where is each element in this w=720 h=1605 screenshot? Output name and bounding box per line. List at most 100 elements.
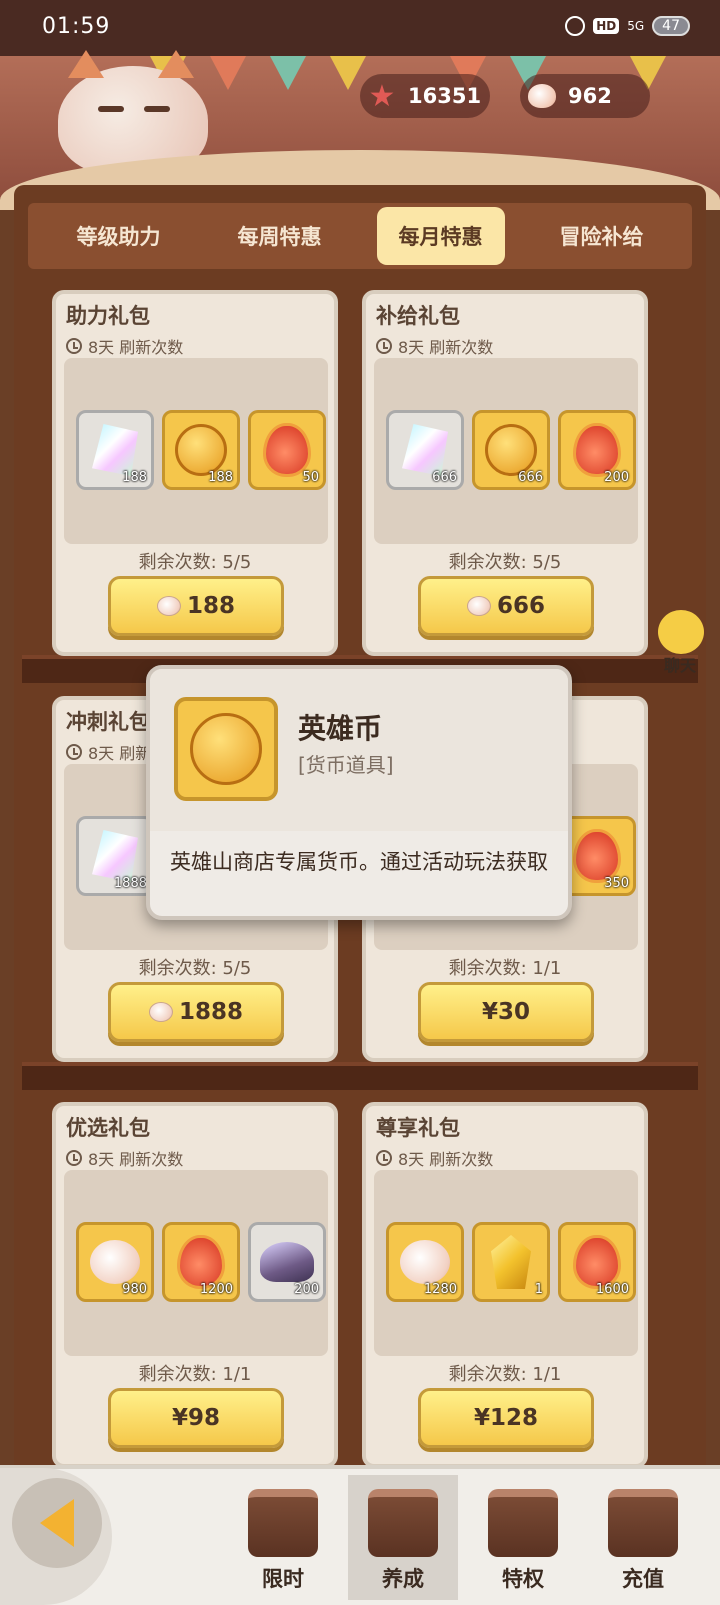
pack-title: 优选礼包 bbox=[66, 1116, 150, 1140]
pack-title: 补给礼包 bbox=[376, 304, 460, 328]
nav-recharge[interactable]: 充值 bbox=[588, 1475, 698, 1600]
network-label: 5G bbox=[627, 19, 645, 33]
fire-token-icon bbox=[573, 829, 621, 883]
privilege-chest-icon bbox=[488, 1489, 558, 1557]
pack-item[interactable]: 1200 bbox=[162, 1222, 240, 1302]
nav-upgrade[interactable]: 养成 bbox=[348, 1475, 458, 1600]
pack-item[interactable]: 1888 bbox=[76, 816, 154, 896]
pack-items: 1280 1 1600 bbox=[374, 1170, 638, 1356]
clock-icon bbox=[376, 338, 392, 354]
pack-title: 助力礼包 bbox=[66, 304, 150, 328]
chat-label: 聊天 bbox=[663, 656, 696, 675]
buy-button[interactable]: 188 bbox=[108, 576, 284, 636]
fire-token-icon bbox=[573, 1235, 621, 1289]
pack-title: 尊享礼包 bbox=[376, 1116, 460, 1140]
pearl-currency[interactable]: 962 bbox=[520, 74, 650, 118]
pack-item[interactable]: 980 bbox=[76, 1222, 154, 1302]
nav-privilege[interactable]: 特权 bbox=[468, 1475, 578, 1600]
pack-title: 冲刺礼包 bbox=[66, 710, 150, 734]
nav-label: 特权 bbox=[502, 1567, 544, 1591]
starfish-currency[interactable]: ★ 16351 bbox=[360, 74, 490, 118]
pack-item[interactable]: 1600 bbox=[558, 1222, 636, 1302]
pack-refresh: 8天 刷新次数 bbox=[66, 1146, 183, 1170]
tab-adventure-supply[interactable]: 冒险补给 bbox=[538, 207, 666, 265]
clock-icon bbox=[376, 1150, 392, 1166]
starfish-icon: ★ bbox=[368, 78, 396, 114]
buy-button[interactable]: ¥128 bbox=[418, 1388, 594, 1448]
fire-token-icon bbox=[177, 1235, 225, 1289]
crystal-icon bbox=[92, 424, 138, 476]
tooltip-item-frame bbox=[174, 697, 278, 801]
nav-label: 养成 bbox=[382, 1567, 424, 1591]
tab-level-boost[interactable]: 等级助力 bbox=[55, 207, 183, 265]
pack-item[interactable]: 188 bbox=[162, 410, 240, 490]
upgrade-chest-icon bbox=[368, 1489, 438, 1557]
pack-item[interactable]: 50 bbox=[248, 410, 326, 490]
tab-monthly-deals[interactable]: 每月特惠 bbox=[376, 207, 505, 265]
pearl-icon bbox=[90, 1240, 140, 1284]
status-bar: 01:59 HD 5G 47 bbox=[0, 0, 720, 56]
pearl-icon bbox=[524, 78, 560, 114]
recharge-chest-icon bbox=[608, 1489, 678, 1557]
hd-badge: HD bbox=[593, 18, 620, 34]
pack-card-supply: 补给礼包 8天 刷新次数 666 666 200 剩余次数: 5/5 666 bbox=[362, 290, 648, 656]
tooltip-item-name: 英雄币 bbox=[298, 712, 383, 745]
hero-coin-icon bbox=[485, 424, 537, 476]
pearl-icon bbox=[156, 596, 181, 616]
pack-item[interactable]: 666 bbox=[472, 410, 550, 490]
pack-refresh: 8天 刷新次数 bbox=[66, 334, 183, 358]
shell-icon bbox=[260, 1242, 314, 1282]
nav-label: 限时 bbox=[262, 1567, 304, 1591]
back-arrow-icon bbox=[12, 1478, 102, 1568]
pearl-amount: 962 bbox=[568, 84, 612, 108]
clock-icon bbox=[66, 338, 82, 354]
tooltip-item-description: 英雄山商店专属货币。通过活动玩法获取 bbox=[170, 850, 548, 874]
shelf-divider bbox=[22, 1062, 698, 1090]
pack-items: 666 666 200 bbox=[374, 358, 638, 544]
chat-icon bbox=[658, 610, 704, 654]
pearl-icon bbox=[400, 1240, 450, 1284]
clock-icon bbox=[66, 1150, 82, 1166]
starfish-amount: 16351 bbox=[408, 84, 482, 108]
buy-button[interactable]: 666 bbox=[418, 576, 594, 636]
pack-items: 188 188 50 bbox=[64, 358, 328, 544]
pack-card-premium: 尊享礼包 8天 刷新次数 1280 1 1600 剩余次数: 1/1 ¥128 bbox=[362, 1102, 648, 1468]
item-tooltip: 英雄币 [货币道具] 英雄山商店专属货币。通过活动玩法获取 bbox=[146, 665, 572, 920]
chat-button[interactable]: 聊天 bbox=[650, 610, 710, 675]
pack-item[interactable]: 666 bbox=[386, 410, 464, 490]
pack-remaining: 剩余次数: 1/1 bbox=[448, 958, 562, 979]
pack-card-select: 优选礼包 8天 刷新次数 980 1200 200 剩余次数: 1/1 ¥98 bbox=[52, 1102, 338, 1468]
pack-remaining: 剩余次数: 1/1 bbox=[138, 1364, 252, 1385]
pack-item[interactable]: 188 bbox=[76, 410, 154, 490]
nav-label: 充值 bbox=[622, 1567, 664, 1591]
pack-refresh: 8天 刷新次数 bbox=[376, 1146, 493, 1170]
pack-item[interactable]: 1280 bbox=[386, 1222, 464, 1302]
buy-button[interactable]: 1888 bbox=[108, 982, 284, 1042]
nav-limited[interactable]: 限时 bbox=[228, 1475, 338, 1600]
pack-item[interactable]: 200 bbox=[558, 410, 636, 490]
crystal-icon bbox=[92, 830, 138, 882]
pack-refresh: 8天 刷新次数 bbox=[376, 334, 493, 358]
buy-button[interactable]: ¥30 bbox=[418, 982, 594, 1042]
alarm-icon bbox=[565, 16, 586, 36]
pack-remaining: 剩余次数: 1/1 bbox=[448, 1364, 562, 1385]
topaz-icon bbox=[491, 1235, 531, 1289]
pack-items: 980 1200 200 bbox=[64, 1170, 328, 1356]
shop-tabs: 等级助力 每周特惠 每月特惠 冒险补给 bbox=[28, 203, 692, 269]
status-time: 01:59 bbox=[42, 14, 111, 39]
fire-token-icon bbox=[573, 423, 621, 477]
tab-weekly-deals[interactable]: 每周特惠 bbox=[216, 207, 344, 265]
pack-remaining: 剩余次数: 5/5 bbox=[448, 552, 562, 573]
buy-button[interactable]: ¥98 bbox=[108, 1388, 284, 1448]
pack-item[interactable]: 200 bbox=[248, 1222, 326, 1302]
hero-coin-icon bbox=[190, 713, 262, 785]
pack-item[interactable]: 1 bbox=[472, 1222, 550, 1302]
limited-chest-icon bbox=[248, 1489, 318, 1557]
hero-coin-icon bbox=[175, 424, 227, 476]
clock-icon bbox=[66, 744, 82, 760]
pack-remaining: 剩余次数: 5/5 bbox=[138, 552, 252, 573]
battery-level: 47 bbox=[652, 16, 690, 36]
crystal-icon bbox=[402, 424, 448, 476]
pack-remaining: 剩余次数: 5/5 bbox=[138, 958, 252, 979]
tooltip-item-category: [货币道具] bbox=[298, 753, 394, 777]
